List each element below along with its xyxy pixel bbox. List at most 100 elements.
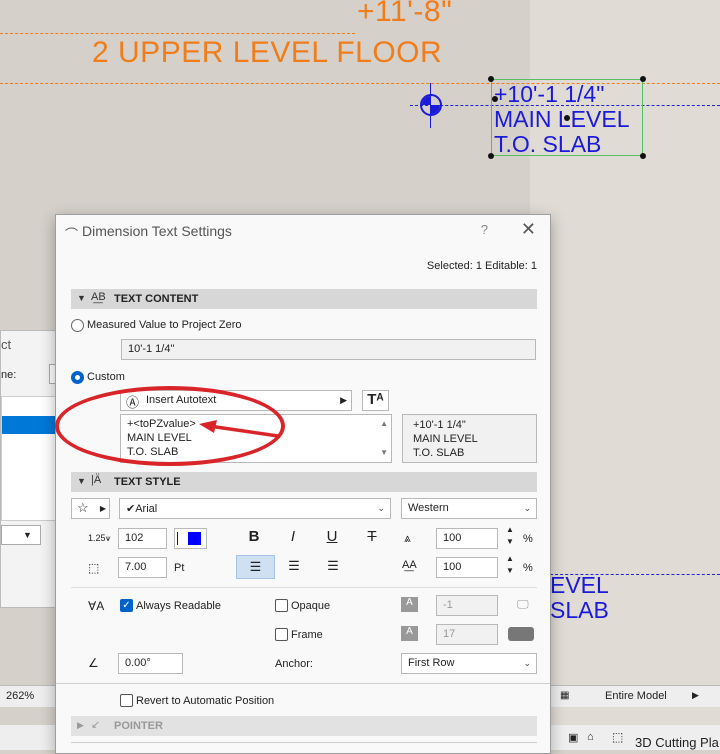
align-left-button[interactable]: ☰	[236, 555, 275, 579]
background-dialog-label: ne:	[1, 369, 17, 381]
expand-triangle-icon: ▶	[77, 720, 84, 730]
spacing-percent-unit: %	[523, 562, 533, 574]
align-right-button[interactable]: ☰	[320, 555, 346, 579]
zoom-level[interactable]: 262%	[6, 690, 34, 702]
anchor-value: First Row	[408, 657, 455, 669]
size-field[interactable]: 7.00	[118, 557, 167, 578]
selection-handle[interactable]	[640, 153, 646, 159]
favorites-button[interactable]: ☆ ▶	[71, 498, 110, 519]
toolbar-icon[interactable]: ▣	[568, 731, 578, 744]
divider	[71, 587, 537, 588]
cube-icon: ⬚	[612, 730, 624, 744]
dimension-icon: ⌒	[65, 227, 79, 242]
frame-checkbox[interactable]	[275, 628, 288, 641]
stepper-up-icon[interactable]: ▲	[506, 554, 514, 563]
opaque-pen-field: -1	[436, 595, 498, 616]
pointer-panel-header[interactable]: ▶ ↙ POINTER	[71, 716, 537, 736]
level-name-text[interactable]: MAIN LEVEL	[494, 107, 630, 132]
size-unit: Pt	[174, 562, 185, 574]
scroll-up-icon[interactable]: ▲	[380, 417, 388, 431]
pen-color-box	[188, 532, 201, 545]
collapse-triangle-icon: ▼	[77, 476, 86, 486]
letter-spacing-icon: A͟A	[402, 559, 417, 571]
italic-button[interactable]: I	[281, 528, 305, 549]
pen-color-swatch[interactable]	[174, 528, 207, 549]
opaque-label: Opaque	[291, 600, 331, 612]
dialog-titlebar[interactable]: ⌒ Dimension Text Settings ? ✕	[56, 215, 550, 245]
pointer-heading: POINTER	[114, 720, 163, 732]
level-marker-icon[interactable]	[420, 94, 442, 116]
background-dialog-dropdown[interactable]	[1, 525, 41, 545]
script-select[interactable]: Western ⌄	[401, 498, 537, 519]
frame-pen-field: 17	[436, 624, 498, 645]
custom-radio[interactable]	[71, 371, 84, 384]
preview-line: +10'-1 1/4"	[413, 419, 466, 431]
text-format-button[interactable]: Tᴬ	[362, 390, 389, 411]
text-size-icon: 1.25⩛	[88, 533, 111, 543]
preview-line: T.O. SLAB	[413, 447, 465, 459]
list-item-selected[interactable]	[2, 416, 58, 434]
underline-button[interactable]: U	[320, 528, 344, 549]
monitor-icon: 🖵	[517, 597, 529, 611]
opaque-pen-icon: A	[401, 597, 418, 612]
scroll-down-icon[interactable]: ▼	[380, 446, 388, 460]
font-select[interactable]: ✔Arial ⌄	[119, 498, 391, 519]
story-name: 2 UPPER LEVEL FLOOR	[92, 36, 443, 69]
help-button[interactable]: ?	[481, 222, 488, 237]
close-button[interactable]: ✕	[521, 219, 536, 240]
strikethrough-button[interactable]: T	[360, 528, 384, 549]
dimension-text-settings-dialog: ⌒ Dimension Text Settings ? ✕ Selected: …	[55, 214, 551, 754]
level-description-text[interactable]: T.O. SLAB	[494, 132, 601, 157]
align-center-button[interactable]: ☰	[281, 555, 307, 579]
revert-position-label: Revert to Automatic Position	[136, 695, 275, 707]
text-style-panel-header[interactable]: ▼ |Ä TEXT STYLE	[71, 472, 537, 492]
stepper-down-icon[interactable]: ▼	[506, 537, 514, 546]
star-icon: ☆	[77, 500, 89, 515]
stepper-up-icon[interactable]: ▲	[506, 525, 514, 534]
selection-info: Selected: 1 Editable: 1	[426, 260, 537, 272]
width-field[interactable]: 100	[436, 528, 498, 549]
level-text-partial: SLAB	[550, 597, 609, 623]
line-type-icon	[508, 627, 534, 641]
cutting-plane-tab[interactable]: 3D Cutting Pla	[635, 735, 719, 750]
opaque-checkbox[interactable]	[275, 599, 288, 612]
text-width-icon: ⩓	[404, 531, 411, 545]
story-line-upper	[0, 33, 355, 34]
anchor-select[interactable]: First Row ⌄	[401, 653, 537, 674]
measured-value-radio[interactable]	[71, 319, 84, 332]
selection-handle[interactable]	[640, 76, 646, 82]
checkmark-icon: ✔	[126, 503, 136, 515]
always-readable-label: Always Readable	[136, 600, 221, 612]
spacing-field[interactable]: 100	[436, 557, 498, 578]
text-content-icon: A͟B	[91, 291, 106, 303]
measured-value-label: Measured Value to Project Zero	[87, 319, 242, 331]
collapse-triangle-icon: ▼	[77, 293, 86, 303]
toolbar-icon[interactable]: ⌂	[587, 731, 594, 743]
story-elevation: +11'-8"	[357, 0, 453, 28]
annotation-arrow-icon	[199, 420, 280, 438]
font-name: Arial	[135, 503, 158, 515]
level-elevation-text[interactable]: +10'-1 1/4"	[494, 82, 604, 107]
always-readable-checkbox[interactable]: ✓	[120, 599, 133, 612]
background-dialog-list[interactable]	[1, 396, 59, 521]
divider	[71, 742, 537, 748]
angle-field[interactable]: 0.00°	[118, 653, 183, 674]
script-value: Western	[408, 502, 449, 514]
text-content-panel-header[interactable]: ▼ A͟B TEXT CONTENT	[71, 289, 537, 309]
text-size-box-icon: ⬚	[88, 561, 100, 575]
chevron-right-icon: ▶	[692, 690, 699, 700]
revert-position-checkbox[interactable]	[120, 694, 133, 707]
preview-line: MAIN LEVEL	[413, 433, 478, 445]
divider	[56, 683, 550, 684]
angle-icon: ∠	[88, 656, 99, 670]
model-view-select[interactable]: Entire Model	[605, 690, 667, 702]
level-text-partial: EVEL	[550, 572, 609, 598]
text-style-icon: |Ä	[91, 474, 102, 486]
bold-button[interactable]: B	[242, 528, 266, 549]
pen-field[interactable]: 102	[118, 528, 167, 549]
chevron-down-icon: ⌄	[523, 503, 531, 513]
text-style-heading: TEXT STYLE	[114, 476, 181, 488]
stepper-down-icon[interactable]: ▼	[506, 566, 514, 575]
background-dialog: ct ne: ▼	[0, 330, 61, 608]
readable-text-icon: ∀A	[88, 599, 105, 613]
